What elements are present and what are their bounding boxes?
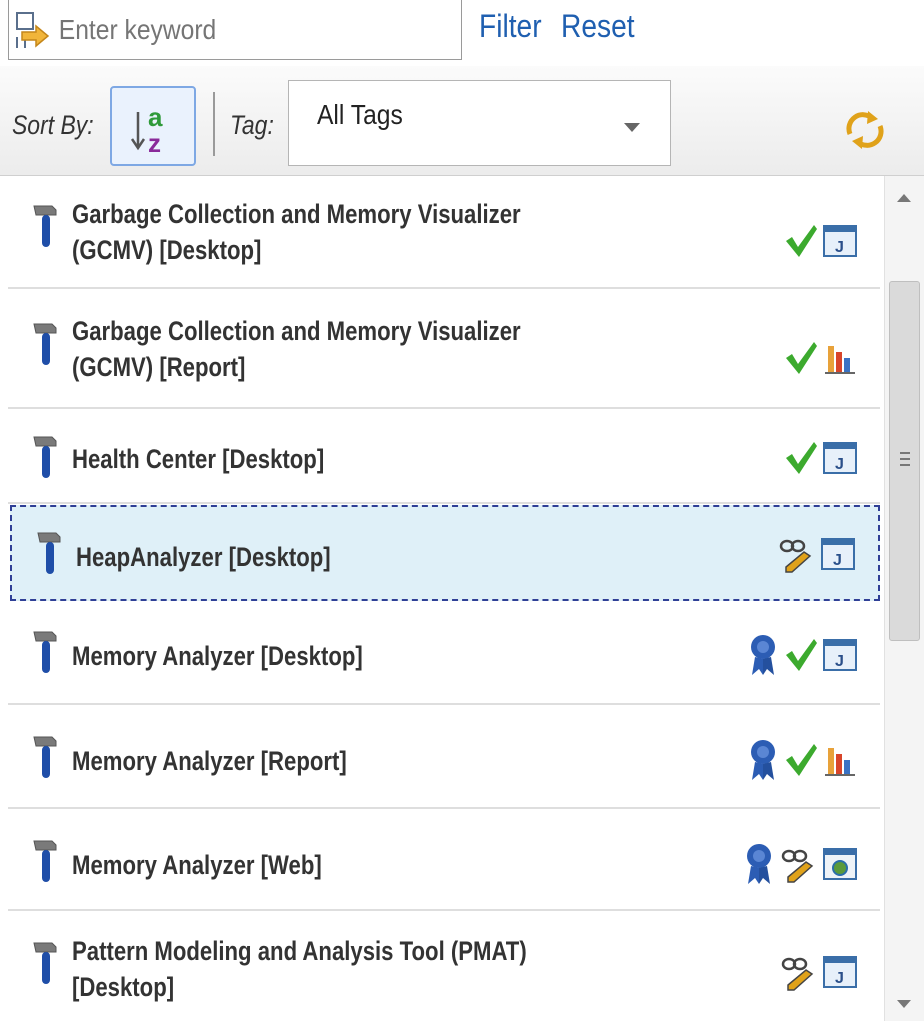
link-edit-icon [781, 957, 814, 991]
hammer-icon [33, 205, 57, 247]
tool-name: Memory Analyzer [Report] [72, 746, 347, 776]
tool-name: Health Center [Desktop] [72, 444, 325, 474]
award-ribbon-icon [747, 844, 771, 884]
tool-name: HeapAnalyzer [Desktop] [76, 542, 331, 572]
keyword-filter-icon [16, 12, 50, 48]
search-input[interactable] [57, 8, 406, 52]
installed-check-icon [786, 744, 817, 776]
tool-name: Garbage Collection and Memory Visualizer [72, 316, 521, 346]
java-app-icon: J [821, 538, 855, 570]
tool-list-item-selected[interactable]: HeapAnalyzer [Desktop] J [10, 505, 880, 601]
tool-name: Memory Analyzer [Web] [72, 850, 322, 880]
tool-list-item[interactable]: Health Center [Desktop] J [8, 411, 880, 504]
filter-link[interactable]: Filter [479, 8, 542, 45]
installed-check-icon [786, 639, 817, 671]
java-app-icon: J [823, 225, 857, 257]
hammer-icon [33, 631, 57, 673]
tag-dropdown[interactable]: All Tags [288, 80, 671, 166]
tool-badges: J [784, 218, 858, 264]
svg-text:z: z [148, 128, 161, 158]
svg-text:J: J [835, 239, 844, 256]
hammer-icon [33, 736, 57, 778]
grip-line [900, 458, 910, 460]
sort-alpha-asc-icon: a z [130, 102, 163, 158]
tool-name: Garbage Collection and Memory Visualizer [72, 199, 521, 229]
svg-text:J: J [835, 970, 844, 987]
tool-name-line2: [Desktop] [72, 972, 175, 1002]
tool-badges: J [780, 949, 858, 995]
bar-chart-report-icon [825, 346, 855, 374]
bar-chart-report-icon [825, 748, 855, 776]
award-ribbon-icon [751, 740, 775, 780]
hammer-icon [33, 840, 57, 882]
tool-list-item[interactable]: Garbage Collection and Memory Visualizer… [8, 291, 880, 409]
java-app-icon: J [823, 442, 857, 474]
tool-list-item[interactable]: Memory Analyzer [Desktop] J [8, 602, 880, 705]
search-bar: Filter Reset [0, 0, 924, 66]
grip-line [900, 464, 910, 466]
tool-list-item[interactable]: Garbage Collection and Memory Visualizer… [8, 176, 880, 289]
tool-name: Memory Analyzer [Desktop] [72, 641, 363, 671]
svg-text:J: J [835, 653, 844, 670]
scroll-down-arrow-icon[interactable] [897, 1000, 911, 1008]
scroll-thumb[interactable] [889, 281, 920, 641]
tool-badges: J [778, 531, 856, 577]
tool-badges: J [784, 435, 858, 481]
toolbar-separator [213, 92, 215, 156]
installed-check-icon [786, 442, 817, 474]
reset-link[interactable]: Reset [561, 8, 635, 45]
hammer-icon [33, 942, 57, 984]
tool-badges [784, 335, 858, 381]
tool-list-item[interactable]: Memory Analyzer [Web] [8, 811, 880, 911]
tool-name: Pattern Modeling and Analysis Tool (PMAT… [72, 936, 527, 966]
chevron-down-icon [624, 123, 640, 132]
sort-alphabetical-button[interactable]: a z [110, 86, 196, 166]
java-app-icon: J [823, 639, 857, 671]
tool-list-item[interactable]: Memory Analyzer [Report] [8, 707, 880, 809]
tool-badges [746, 737, 858, 783]
java-app-icon: J [823, 956, 857, 988]
vertical-scrollbar[interactable] [884, 176, 924, 1021]
link-edit-icon [779, 539, 812, 573]
svg-text:J: J [833, 552, 842, 569]
tool-name-line2: (GCMV) [Desktop] [72, 235, 262, 265]
tool-badges: J [746, 632, 858, 678]
link-edit-icon [781, 849, 814, 883]
hammer-icon [33, 323, 57, 365]
refresh-icon[interactable] [842, 108, 888, 152]
web-app-icon [823, 848, 857, 880]
sort-by-label: Sort By: [12, 110, 94, 140]
installed-check-icon [786, 342, 817, 374]
tag-dropdown-value: All Tags [317, 99, 403, 130]
list-toolbar: Sort By: a z Tag: All Tags [0, 66, 924, 176]
tool-name-line2: (GCMV) [Report] [72, 352, 246, 382]
grip-line [900, 452, 910, 454]
hammer-icon [37, 532, 61, 574]
tag-label: Tag: [230, 110, 274, 140]
hammer-icon [33, 436, 57, 478]
svg-text:J: J [835, 456, 844, 473]
tool-list: Garbage Collection and Memory Visualizer… [0, 176, 884, 1021]
tool-list-item[interactable]: Pattern Modeling and Analysis Tool (PMAT… [8, 913, 880, 1021]
award-ribbon-icon [751, 635, 775, 675]
tool-badges [742, 841, 858, 887]
installed-check-icon [786, 225, 817, 257]
search-field[interactable] [8, 0, 462, 60]
scroll-up-arrow-icon[interactable] [897, 194, 911, 202]
